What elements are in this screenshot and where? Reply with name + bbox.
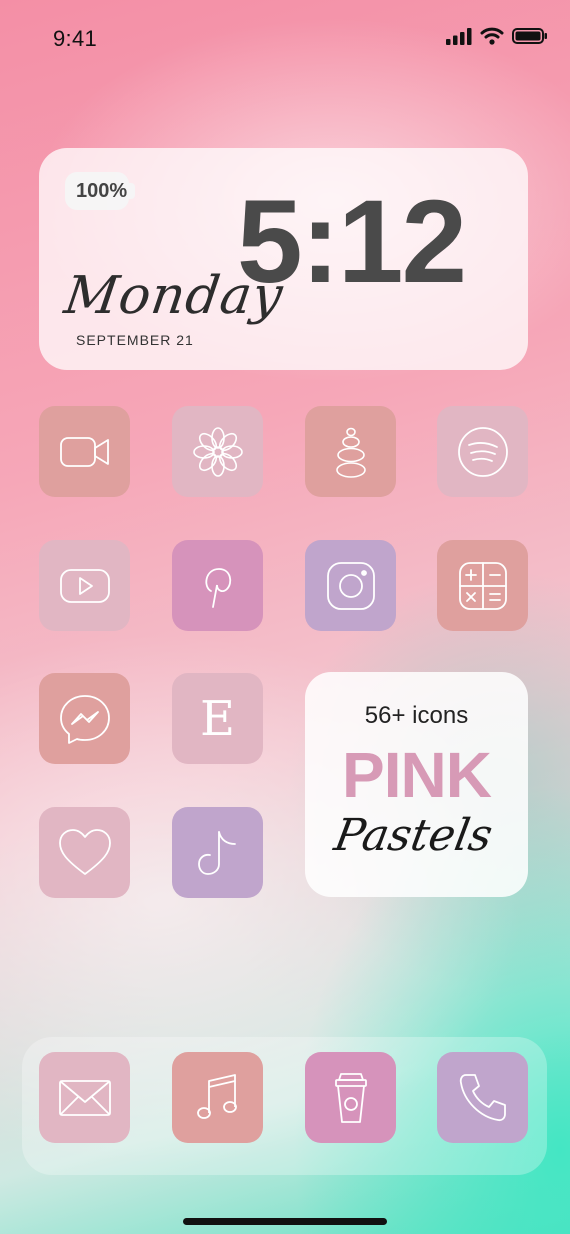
status-bar: 9:41	[0, 0, 570, 76]
instagram-icon	[326, 561, 375, 610]
dock-app-music[interactable]	[172, 1052, 263, 1143]
app-spotify[interactable]	[437, 406, 528, 497]
app-youtube[interactable]	[39, 540, 130, 631]
app-etsy[interactable]: E	[172, 673, 263, 764]
calculator-icon	[458, 561, 507, 610]
app-photos[interactable]	[172, 406, 263, 497]
dock-app-phone[interactable]	[437, 1052, 528, 1143]
signal-icon	[446, 28, 472, 45]
promo-subtitle: Pastels	[330, 810, 497, 861]
coffee-cup-icon	[334, 1072, 367, 1123]
app-facetime[interactable]	[39, 406, 130, 497]
dock-app-coffee[interactable]	[305, 1052, 396, 1143]
pinterest-icon	[204, 567, 231, 608]
battery-icon	[512, 28, 547, 44]
music-note-icon	[196, 1073, 237, 1119]
heart-icon	[58, 828, 111, 875]
status-time: 9:41	[53, 26, 98, 51]
messenger-icon	[59, 694, 110, 744]
wifi-icon	[480, 27, 504, 45]
app-meditation[interactable]	[305, 406, 396, 497]
etsy-icon: E	[199, 690, 236, 747]
dock-app-mail[interactable]	[39, 1052, 130, 1143]
tiktok-icon	[197, 830, 236, 875]
app-instagram[interactable]	[305, 540, 396, 631]
video-camera-icon	[59, 436, 109, 467]
widget-date: SEPTEMBER 21	[76, 332, 194, 348]
home-indicator[interactable]	[183, 1218, 387, 1225]
phone-icon	[459, 1073, 506, 1121]
spotify-icon	[457, 426, 508, 477]
app-tiktok[interactable]	[172, 807, 263, 898]
youtube-icon	[59, 568, 110, 603]
clock-widget[interactable]: 100% 5:12 Monday SEPTEMBER 21	[39, 148, 528, 370]
stacked-stones-icon	[335, 427, 366, 478]
app-health[interactable]	[39, 807, 130, 898]
mail-icon	[58, 1079, 111, 1116]
app-calculator[interactable]	[437, 540, 528, 631]
promo-count: 56+ icons	[364, 702, 469, 729]
promo-widget[interactable]: 56+ icons PINK Pastels	[305, 672, 528, 897]
widget-day: Monday	[60, 266, 287, 326]
promo-title: PINK	[342, 739, 492, 811]
battery-percent: 100%	[76, 180, 128, 202]
flower-icon	[192, 426, 243, 477]
app-pinterest[interactable]	[172, 540, 263, 631]
app-messenger[interactable]	[39, 673, 130, 764]
